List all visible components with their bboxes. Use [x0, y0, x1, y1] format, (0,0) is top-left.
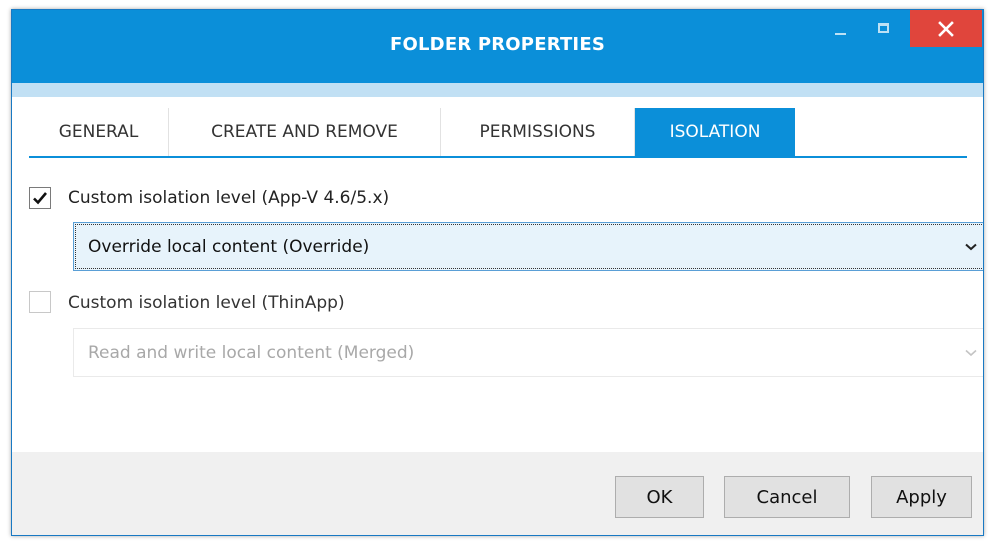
checkmark-icon — [33, 192, 47, 205]
appv-isolation-checkbox[interactable] — [29, 187, 51, 209]
thinapp-isolation-label: Custom isolation level (ThinApp) — [68, 293, 345, 313]
minimize-icon — [834, 32, 846, 35]
apply-button-label: Apply — [896, 486, 947, 508]
appv-isolation-selected-value: Override local content (Override) — [88, 236, 370, 257]
tab-bar: GENERAL CREATE AND REMOVE PERMISSIONS IS… — [29, 108, 795, 156]
tab-permissions[interactable]: PERMISSIONS — [441, 108, 635, 156]
appv-isolation-label: Custom isolation level (App-V 4.6/5.x) — [68, 188, 390, 208]
folder-properties-window: FOLDER PROPERTIES GENERAL CREATE AND REM… — [11, 9, 984, 536]
tab-permissions-label: PERMISSIONS — [479, 122, 596, 142]
tab-create-and-remove[interactable]: CREATE AND REMOVE — [169, 108, 441, 156]
chevron-down-icon — [965, 243, 977, 250]
thinapp-isolation-checkbox[interactable] — [29, 291, 51, 313]
tab-create-and-remove-label: CREATE AND REMOVE — [211, 122, 398, 142]
minimize-button[interactable] — [817, 10, 863, 45]
tab-isolation-label: ISOLATION — [669, 122, 761, 142]
chevron-down-icon — [965, 349, 977, 356]
maximize-button[interactable] — [860, 10, 906, 45]
title-bar[interactable]: FOLDER PROPERTIES — [12, 10, 983, 83]
close-button[interactable] — [910, 10, 982, 47]
maximize-icon — [877, 22, 889, 33]
title-subband — [12, 83, 983, 97]
cancel-button[interactable]: Cancel — [724, 476, 850, 518]
apply-button[interactable]: Apply — [871, 476, 972, 518]
tab-isolation[interactable]: ISOLATION — [635, 108, 795, 156]
ok-button-label: OK — [646, 486, 673, 508]
close-icon — [938, 20, 954, 37]
tab-general[interactable]: GENERAL — [29, 108, 169, 156]
tab-general-label: GENERAL — [58, 122, 139, 142]
thinapp-isolation-selected-value: Read and write local content (Merged) — [88, 342, 415, 363]
ok-button[interactable]: OK — [615, 476, 704, 518]
thinapp-isolation-select[interactable]: Read and write local content (Merged) — [73, 328, 983, 377]
appv-isolation-select[interactable]: Override local content (Override) — [73, 222, 983, 271]
tab-underline — [29, 156, 967, 158]
cancel-button-label: Cancel — [756, 486, 818, 508]
